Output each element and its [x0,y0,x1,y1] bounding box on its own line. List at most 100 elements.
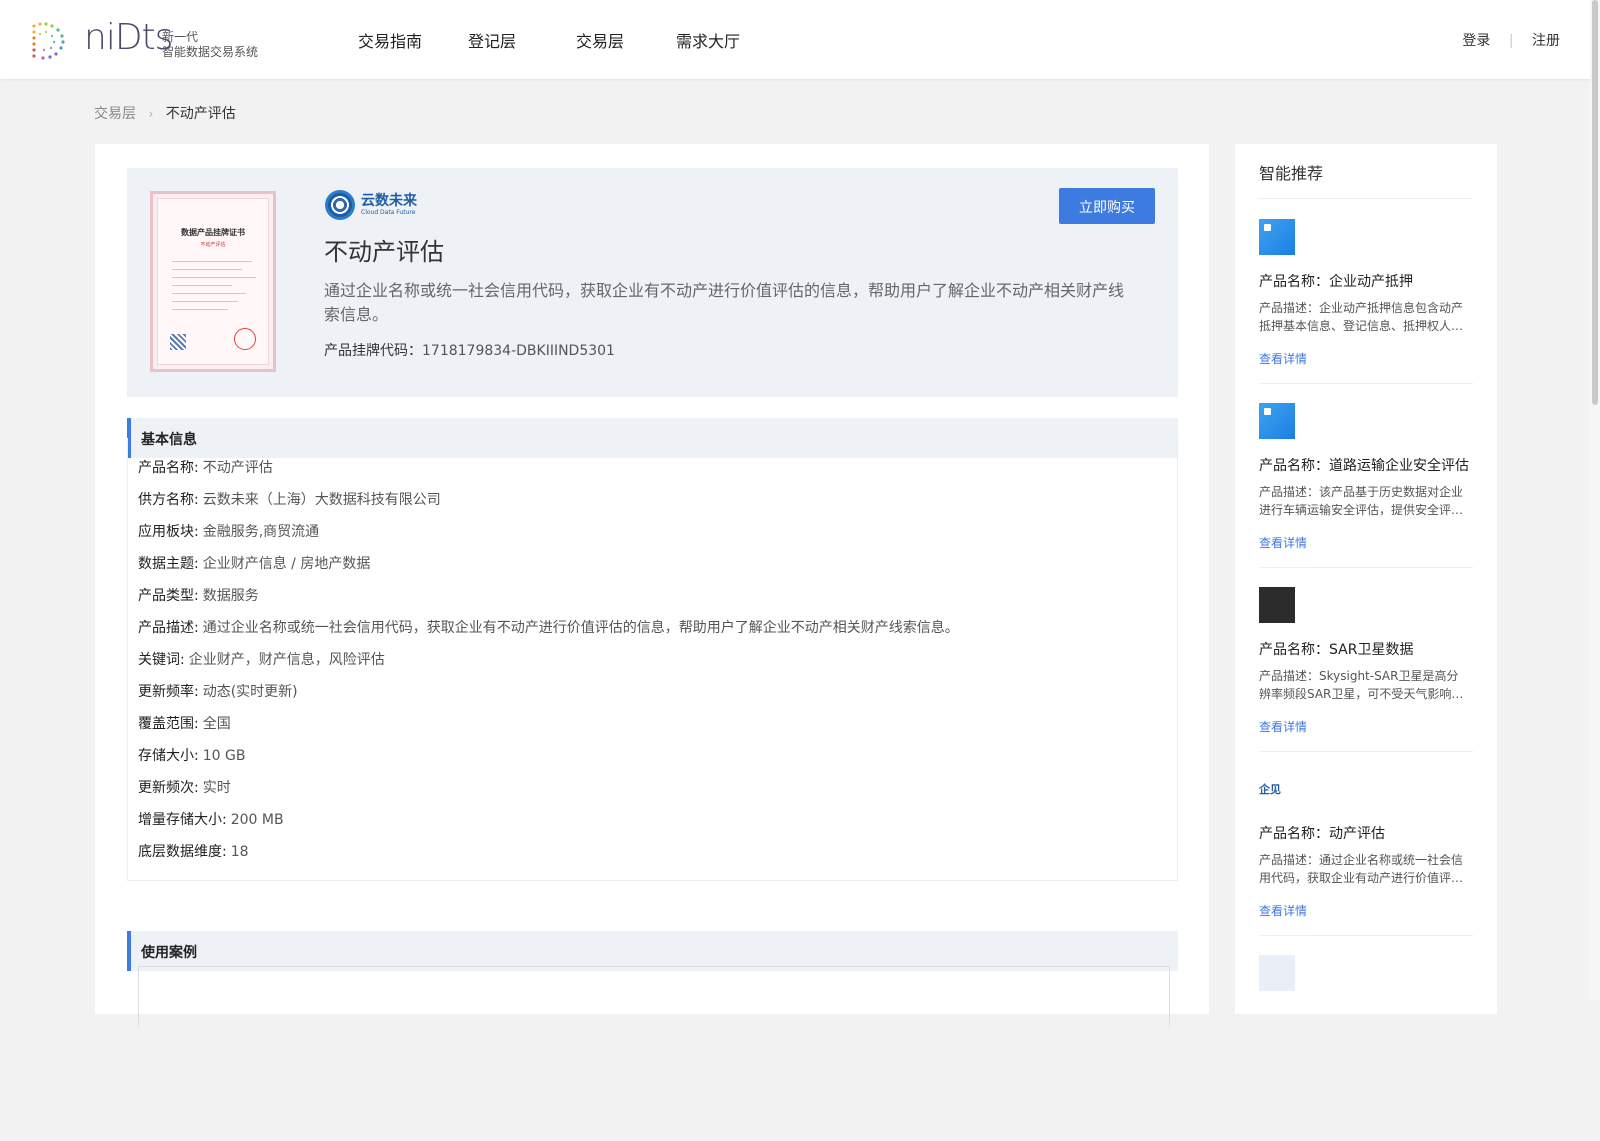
recommendation-description: 产品描述：通过企业名称或统一社会信用代码，获取企业有动产进行价值评估的信息 [1259,853,1464,885]
info-row-update-frequency: 更新频率: 动态(实时更新) [138,681,298,701]
info-value: 动态(实时更新) [202,684,298,700]
use-cases-content [138,966,1170,1027]
breadcrumb-parent[interactable]: 交易层 [94,106,136,122]
product-thumbnail-icon[interactable] [1259,403,1295,439]
product-thumbnail-icon[interactable] [1259,955,1295,991]
info-value: 云数未来（上海）大数据科技有限公司 [202,492,441,508]
info-value: 18 [230,844,249,860]
brand-name-en: Cloud Data Future [361,209,416,216]
info-row-storage-size: 存储大小: 10 GB [138,745,245,765]
nav-item-registration-layer[interactable]: 登记层 [468,28,516,52]
certificate-text-line [172,309,228,310]
info-key: 供方名称: [138,492,199,508]
recommendation-description: 产品描述：Skysight-SAR卫星是高分辨率频段SAR卫星，可不受天气影响、… [1259,669,1464,701]
info-key: 底层数据维度: [138,844,227,860]
recommendation-item [1259,955,1473,1141]
certificate-text-line [172,261,252,262]
nav-item-trade-layer[interactable]: 交易层 [576,28,624,52]
info-key: 数据主题: [138,556,199,572]
breadcrumb-current: 不动产评估 [165,106,236,122]
info-row-data-dimensions: 底层数据维度: 18 [138,841,249,861]
brand-name-cn: 云数未来 [361,193,417,209]
info-row-data-topic: 数据主题: 企业财产信息 / 房地产数据 [138,553,370,573]
recommendation-panel: 智能推荐 产品名称：企业动产抵押 产品描述：企业动产抵押信息包含动产抵押基本信息… [1235,144,1497,1014]
view-details-link[interactable]: 查看详情 [1259,534,1307,551]
info-value: 数据服务 [202,588,259,604]
recommendation-item: 产品名称：企业动产抵押 产品描述：企业动产抵押信息包含动产抵押基本信息、登记信息… [1259,219,1473,405]
recommendation-name[interactable]: 产品名称：企业动产抵押 [1259,271,1413,291]
info-value: 企业财产信息 / 房地产数据 [202,556,371,572]
login-link[interactable]: 登录 [1462,33,1490,49]
certificate-text-line [172,277,256,278]
listing-code-value: 1718179834-DBKIIIND5301 [422,343,615,359]
info-row-supplier: 供方名称: 云数未来（上海）大数据科技有限公司 [138,489,441,509]
info-value: 10 GB [202,748,246,764]
recommendation-title: 智能推荐 [1259,164,1324,183]
basic-info-table: 产品名称: 不动产评估 供方名称: 云数未来（上海）大数据科技有限公司 应用板块: 金… [127,438,1178,881]
info-value: 不动产评估 [202,460,273,476]
logo-subtitle-2: 智能数据交易系统 [162,45,259,59]
use-cases-header: 使用案例 [127,931,1178,971]
info-row-product-type: 产品类型: 数据服务 [138,585,259,605]
product-detail-card: 数据产品挂牌证书 不动产评估 云数未来 Cloud Data Future 不动… [95,144,1209,1027]
register-link[interactable]: 注册 [1532,33,1560,49]
info-row-keywords: 关键词: 企业财产，财产信息，风险评估 [138,649,385,669]
view-details-link[interactable]: 查看详情 [1259,902,1307,919]
info-value: 全国 [202,716,231,732]
use-cases-title: 使用案例 [141,945,197,961]
recommendation-name[interactable]: 产品名称：道路运输企业安全评估 [1259,455,1469,475]
thumbnail-brand-text: 企见 [1259,783,1281,796]
listing-code-label: 产品挂牌代码： [324,343,422,359]
nav-item-demand-hall[interactable]: 需求大厅 [676,28,740,52]
logo-wordmark: niDts [84,17,173,58]
info-key: 增量存储大小: [138,812,227,828]
site-logo[interactable]: niDts 新一代 智能数据交易系统 [28,18,268,62]
breadcrumb: 交易层 › 不动产评估 [94,103,236,123]
info-value: 200 MB [230,812,284,828]
info-key: 关键词: [138,652,185,668]
certificate-image[interactable]: 数据产品挂牌证书 不动产评估 [150,191,276,372]
recommendation-item: 产品名称：SAR卫星数据 产品描述：Skysight-SAR卫星是高分辨率频段S… [1259,587,1473,773]
recommendation-item: 产品名称：道路运输企业安全评估 产品描述：该产品基于历史数据对企业进行车辆运输安… [1259,403,1473,589]
auth-divider: | [1508,33,1514,49]
brand-logo-thumbnail-icon[interactable]: 企见 [1259,771,1295,807]
view-details-link[interactable]: 查看详情 [1259,718,1307,735]
info-row-description: 产品描述: 通过企业名称或统一社会信用代码，获取企业有不动产进行价值评估的信息，帮… [138,617,959,637]
info-row-incremental-size: 增量存储大小: 200 MB [138,809,284,829]
view-details-link[interactable]: 查看详情 [1259,350,1307,367]
info-key: 产品描述: [138,620,199,636]
product-description: 通过企业名称或统一社会信用代码，获取企业有不动产进行价值评估的信息，帮助用户了解… [324,281,1125,324]
recommendation-description: 产品描述：该产品基于历史数据对企业进行车辆运输安全评估，提供安全评估结果 [1259,485,1464,517]
buy-now-button[interactable]: 立即购买 [1059,188,1155,224]
info-key: 存储大小: [138,748,199,764]
info-value: 金融服务,商贸流通 [202,524,320,540]
page-scrollbar[interactable] [1590,0,1600,1000]
info-key: 产品类型: [138,588,199,604]
info-row-product-name: 产品名称: 不动产评估 [138,457,273,477]
recommendation-name[interactable]: 产品名称：动产评估 [1259,823,1385,843]
product-title: 不动产评估 [324,238,444,266]
divider [1259,935,1473,936]
info-value: 企业财产，财产信息，风险评估 [188,652,385,668]
nav-item-trade-guide[interactable]: 交易指南 [358,28,422,52]
info-value: 实时 [202,780,231,796]
recommendation-name[interactable]: 产品名称：SAR卫星数据 [1259,639,1413,659]
certificate-subtitle: 不动产评估 [200,242,226,248]
info-key: 应用板块: [138,524,199,540]
satellite-image-thumbnail-icon[interactable] [1259,587,1295,623]
product-thumbnail-icon[interactable] [1259,219,1295,255]
recommendation-description: 产品描述：企业动产抵押信息包含动产抵押基本信息、登记信息、抵押权人信息等 [1259,301,1464,333]
info-key: 产品名称: [138,460,199,476]
info-row-sector: 应用板块: 金融服务,商贸流通 [138,521,319,541]
official-seal-icon [234,328,256,350]
certificate-text-line [172,269,242,270]
auth-links: 登录 | 注册 [1462,30,1560,50]
certificate-text-line [172,285,232,286]
top-header: niDts 新一代 智能数据交易系统 交易指南 登记层 交易层 需求大厅 登录 … [0,0,1600,79]
product-listing-code: 产品挂牌代码：1718179834-DBKIIIND5301 [324,340,615,360]
cloud-data-logo-icon [325,190,355,220]
chevron-right-icon: › [148,107,154,121]
scrollbar-thumb[interactable] [1592,0,1598,405]
qr-code-icon [170,334,186,350]
product-summary: 数据产品挂牌证书 不动产评估 云数未来 Cloud Data Future 不动… [127,168,1178,397]
